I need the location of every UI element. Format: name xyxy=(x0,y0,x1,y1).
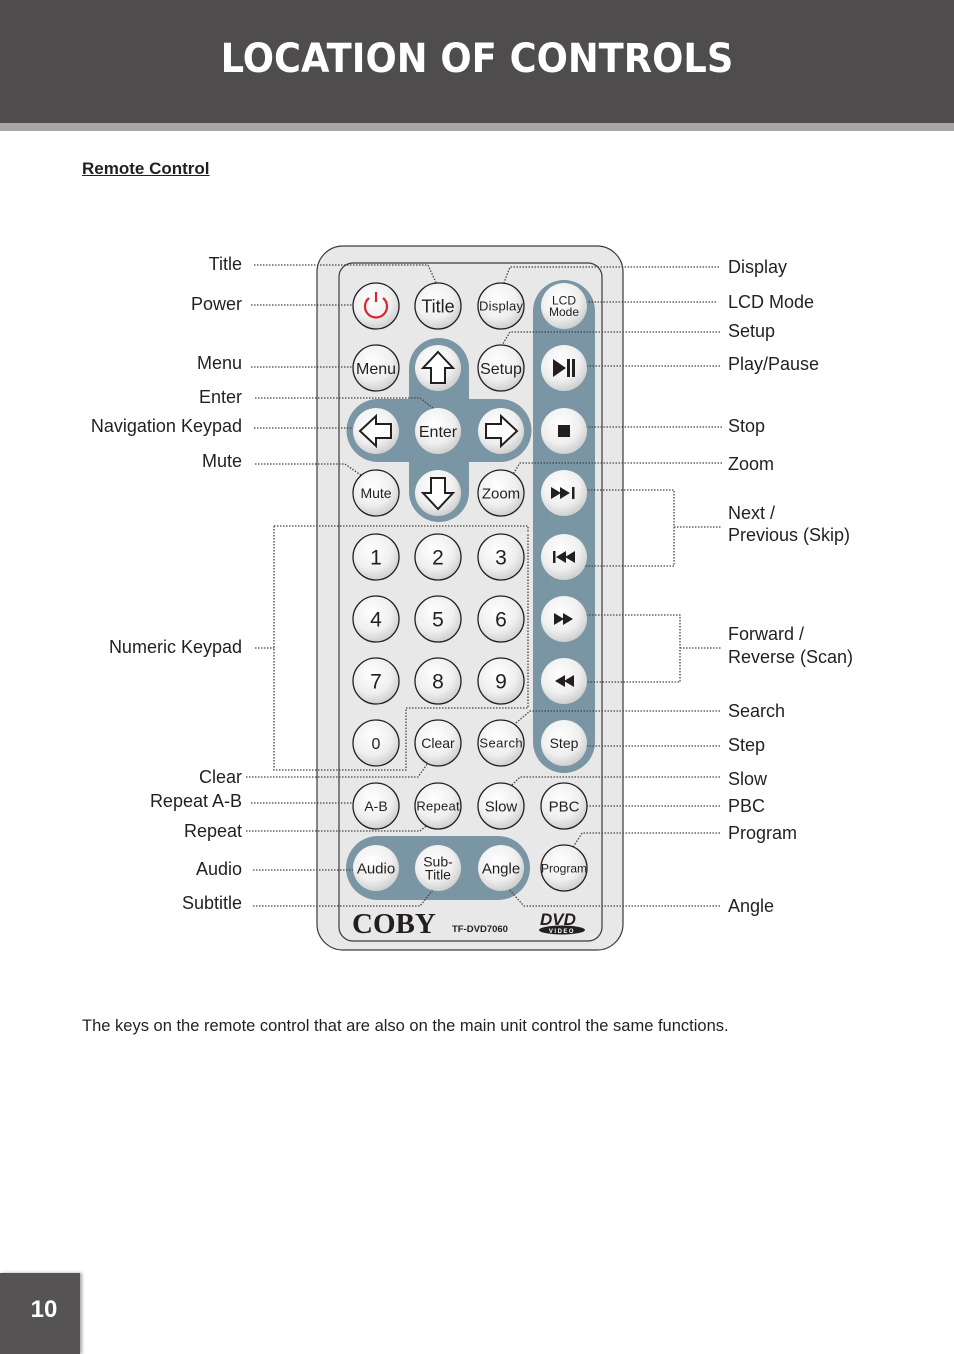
button-label: Setup xyxy=(480,361,522,378)
number-9-button[interactable]: 9 xyxy=(477,657,525,705)
repeat-ab-button[interactable]: A-B xyxy=(352,782,400,830)
button-label: Slow xyxy=(485,798,518,815)
play-pause-button[interactable] xyxy=(541,345,587,391)
button-label: Zoom xyxy=(482,485,520,502)
reverse-button[interactable] xyxy=(541,658,587,704)
button-label: 2 xyxy=(432,547,444,570)
menu-button[interactable]: Menu xyxy=(352,344,400,392)
brand-logo: COBY xyxy=(352,908,436,940)
nav-down-button[interactable] xyxy=(415,470,461,516)
stop-icon xyxy=(558,425,570,437)
setup-button[interactable]: Setup xyxy=(477,344,525,392)
number-1-button[interactable]: 1 xyxy=(352,533,400,581)
svg-text:VIDEO: VIDEO xyxy=(549,929,575,935)
button-label: Audio xyxy=(357,860,395,877)
zoom-button[interactable]: Zoom xyxy=(477,469,525,517)
subtitle-button[interactable]: Sub-Title xyxy=(415,845,461,891)
step-button[interactable]: Step xyxy=(541,720,587,766)
number-6-button[interactable]: 6 xyxy=(477,595,525,643)
button-label: 3 xyxy=(495,547,507,570)
button-label: 5 xyxy=(432,609,444,632)
button-label: Program xyxy=(541,861,587,875)
enter-button[interactable]: Enter xyxy=(415,408,461,454)
page-number: 10 xyxy=(30,1296,58,1323)
model-number: TF-DVD7060 xyxy=(452,924,508,935)
button-label: 9 xyxy=(495,671,507,694)
clear-button[interactable]: Clear xyxy=(414,719,462,767)
button-label: Mode xyxy=(549,305,579,319)
button-label: Display xyxy=(479,299,524,314)
power-button[interactable] xyxy=(352,282,400,330)
nav-right-button[interactable] xyxy=(478,408,524,454)
button-label: Clear xyxy=(421,735,455,751)
angle-button[interactable]: Angle xyxy=(478,845,524,891)
button-label: Angle xyxy=(482,860,520,877)
number-2-button[interactable]: 2 xyxy=(414,533,462,581)
pbc-button[interactable]: PBC xyxy=(540,782,588,830)
slow-button[interactable]: Slow xyxy=(477,782,525,830)
button-label: Enter xyxy=(419,424,458,441)
button-label: 0 xyxy=(372,736,381,753)
next-button[interactable] xyxy=(541,470,587,516)
forward-button[interactable] xyxy=(541,596,587,642)
previous-button[interactable] xyxy=(541,534,587,580)
lcd-mode-button[interactable]: LCDMode xyxy=(541,283,587,329)
stop-button[interactable] xyxy=(541,408,587,454)
nav-left-button[interactable] xyxy=(353,408,399,454)
audio-button[interactable]: Audio xyxy=(353,845,399,891)
button-label: Search xyxy=(479,736,522,751)
nav-up-button[interactable] xyxy=(415,345,461,391)
button-label: 7 xyxy=(370,671,382,694)
display-button[interactable]: Display xyxy=(477,282,525,330)
remote-control-illustration: Title Display LCDMode Menu Setup Enter Mute Zoo… xyxy=(246,245,722,951)
button-label: PBC xyxy=(549,798,580,815)
button-label: 6 xyxy=(495,609,507,632)
button-label: Menu xyxy=(356,361,396,378)
number-3-button[interactable]: 3 xyxy=(477,533,525,581)
button-label: 1 xyxy=(370,547,382,570)
number-4-button[interactable]: 4 xyxy=(352,595,400,643)
button-label: 8 xyxy=(432,671,444,694)
number-0-button[interactable]: 0 xyxy=(352,719,400,767)
button-label: A-B xyxy=(364,798,387,814)
repeat-button[interactable]: Repeat xyxy=(414,782,462,830)
search-button[interactable]: Search xyxy=(477,719,525,767)
footnote: The keys on the remote control that are … xyxy=(82,1017,729,1035)
button-label: Title xyxy=(421,296,454,316)
number-7-button[interactable]: 7 xyxy=(352,657,400,705)
program-button[interactable]: Program xyxy=(540,844,588,892)
button-label: 4 xyxy=(370,609,382,632)
mute-button[interactable]: Mute xyxy=(352,469,400,517)
button-label: Repeat xyxy=(416,799,460,814)
button-label: Mute xyxy=(360,485,391,501)
title-button[interactable]: Title xyxy=(414,282,462,330)
number-5-button[interactable]: 5 xyxy=(414,595,462,643)
number-8-button[interactable]: 8 xyxy=(414,657,462,705)
button-label: Title xyxy=(425,867,451,883)
button-label: Step xyxy=(550,735,579,751)
